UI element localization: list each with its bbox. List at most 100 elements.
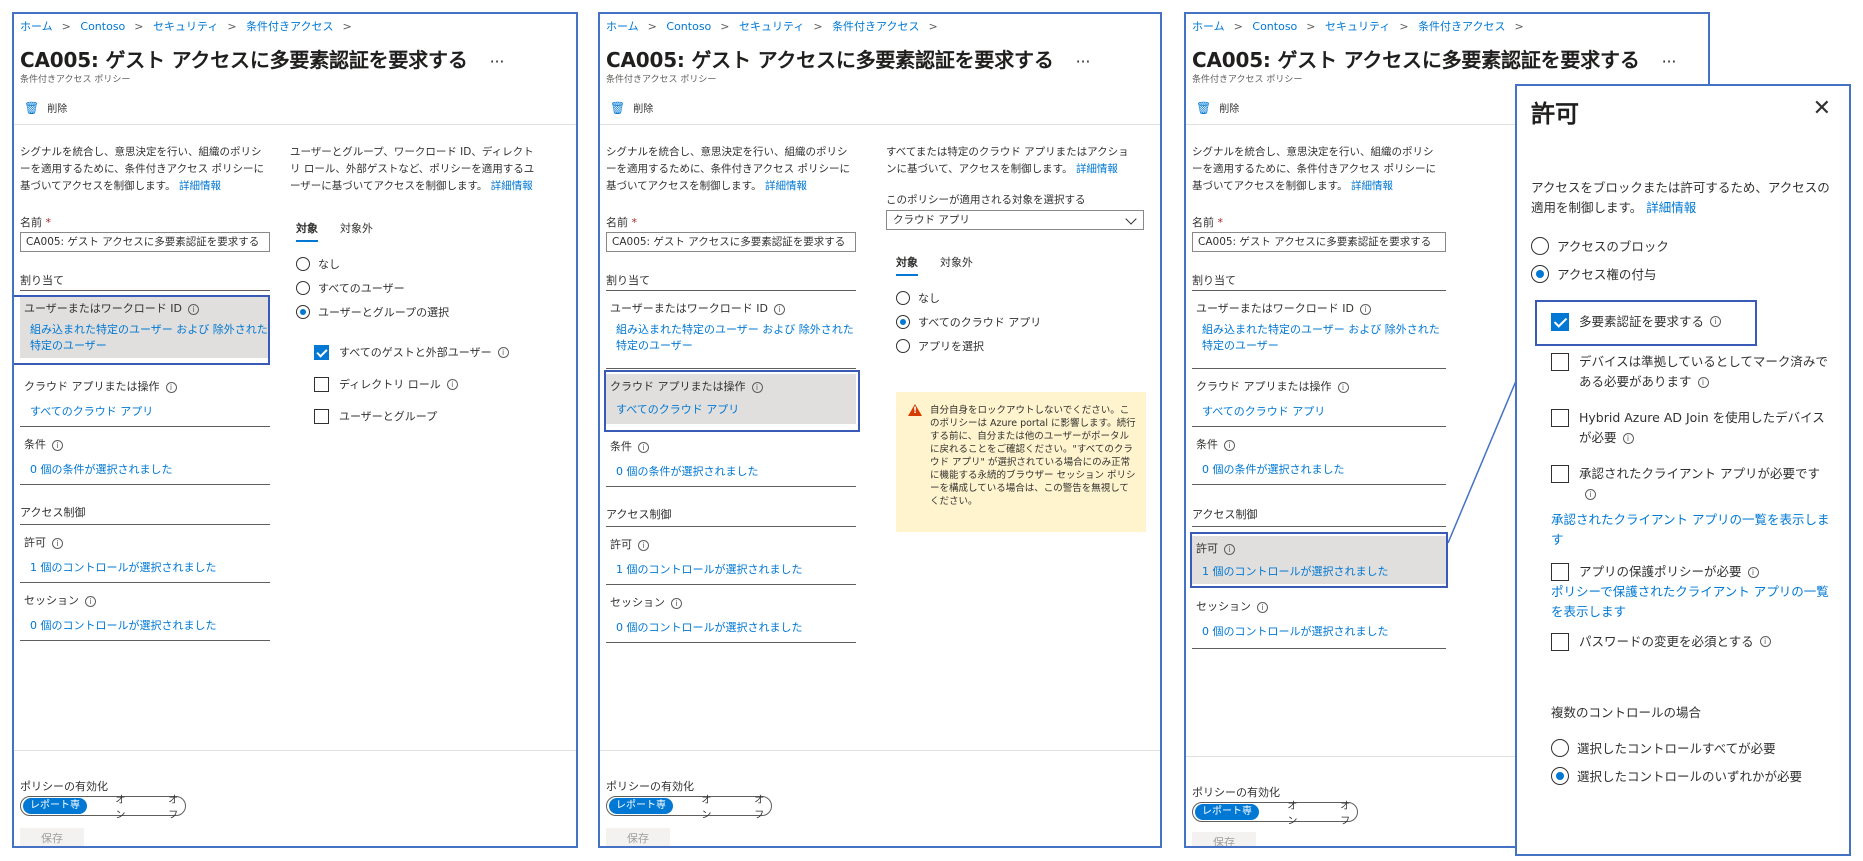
checkbox-require-mfa[interactable]: 多要素認証を要求する i (1551, 312, 1722, 332)
checkbox-directory-roles[interactable]: ディレクトリ ロール i (314, 376, 458, 393)
session-label-text: セッション (610, 596, 665, 609)
enable-policy-toggle[interactable]: レポート専用 オン オフ (20, 795, 186, 827)
learn-more-link[interactable]: 詳細情報 (1646, 200, 1696, 215)
breadcrumb-conditional-access[interactable]: 条件付きアクセス (246, 20, 333, 33)
checkbox-app-protection-policy[interactable]: アプリの保護ポリシーが必要 i ポリシーで保護されたクライアント アプリの一覧を表示… (1551, 562, 1831, 622)
toggle-off[interactable]: オフ (168, 791, 185, 821)
approved-apps-link[interactable]: 承認されたクライアント アプリの一覧を表示します (1551, 510, 1831, 550)
breadcrumb-contoso[interactable]: Contoso (666, 20, 711, 33)
more-options-button[interactable]: ··· (490, 52, 505, 71)
cloud-apps-label: クラウド アプリまたは操作 i (1196, 378, 1446, 394)
users-value[interactable]: 組み込まれた特定のユーザー および 除外された特定のユーザー (1202, 322, 1446, 354)
enable-policy-toggle[interactable]: レポート専用 オン オフ (606, 795, 772, 827)
save-button[interactable]: 保存 (1192, 832, 1256, 846)
radio-circle (896, 291, 910, 305)
cloud-apps-row[interactable]: クラウド アプリまたは操作 i すべてのクラウド アプリ (20, 378, 270, 420)
checkbox-approved-client-app[interactable]: 承認されたクライアント アプリが必要です i 承認されたクライアント アプリの一覧を… (1551, 464, 1831, 550)
toggle-report-only[interactable]: レポート専用 (23, 798, 88, 827)
toggle-on[interactable]: オン (115, 791, 132, 821)
learn-more-link[interactable]: 詳細情報 (1076, 163, 1118, 175)
toggle-off[interactable]: オフ (754, 791, 771, 821)
conditions-row[interactable]: 条件 i 0 個の条件が選択されました (1192, 436, 1446, 478)
conditions-value[interactable]: 0 個の条件が選択されました (1202, 462, 1446, 478)
conditions-row[interactable]: 条件 i 0 個の条件が選択されました (20, 436, 270, 478)
tab-exclude[interactable]: 対象外 (940, 254, 973, 276)
protected-apps-link[interactable]: ポリシーで保護されたクライアント アプリの一覧を表示します (1551, 582, 1831, 622)
breadcrumb-security[interactable]: セキュリティ (739, 20, 804, 33)
cloud-apps-value[interactable]: すべてのクラウド アプリ (30, 404, 270, 420)
learn-more-link[interactable]: 詳細情報 (491, 180, 533, 192)
save-button[interactable]: 保存 (606, 828, 670, 846)
grant-value[interactable]: 1 個のコントロールが選択されました (30, 560, 270, 576)
session-row[interactable]: セッション i 0 個のコントロールが選択されました (20, 592, 270, 634)
radio-select-apps[interactable]: アプリを選択 (896, 338, 984, 354)
conditions-value[interactable]: 0 個の条件が選択されました (30, 462, 270, 478)
conditions-value[interactable]: 0 個の条件が選択されました (616, 464, 856, 480)
tab-include[interactable]: 対象 (296, 220, 318, 242)
toggle-off[interactable]: オフ (1340, 797, 1357, 827)
radio-require-one[interactable]: 選択したコントロールのいずれかが必要 (1551, 766, 1802, 785)
name-field[interactable]: CA005: ゲスト アクセスに多要素認証を要求する (20, 232, 270, 252)
radio-none[interactable]: なし (896, 290, 940, 306)
name-field[interactable]: CA005: ゲスト アクセスに多要素認証を要求する (1192, 232, 1446, 252)
breadcrumb-contoso[interactable]: Contoso (80, 20, 125, 33)
grant-value[interactable]: 1 個のコントロールが選択されました (616, 562, 856, 578)
more-options-button[interactable]: ··· (1662, 52, 1677, 71)
toggle-on[interactable]: オン (1287, 797, 1304, 827)
radio-require-all[interactable]: 選択したコントロールすべてが必要 (1551, 738, 1776, 757)
checkbox-compliant-device[interactable]: デバイスは準拠しているとしてマーク済みである必要があります i (1551, 352, 1831, 392)
radio-all-cloud-apps[interactable]: すべてのクラウド アプリ (896, 314, 1041, 330)
users-row[interactable]: ユーザーまたはワークロード ID i 組み込まれた特定のユーザー および 除外され… (606, 300, 856, 354)
users-value[interactable]: 組み込まれた特定のユーザー および 除外された特定のユーザー (616, 322, 856, 354)
breadcrumb-conditional-access[interactable]: 条件付きアクセス (832, 20, 919, 33)
checkbox-guests[interactable]: すべてのゲストと外部ユーザー i (314, 344, 509, 361)
breadcrumb-home[interactable]: ホーム (20, 20, 53, 33)
tab-include[interactable]: 対象 (896, 254, 918, 276)
enable-policy-toggle[interactable]: レポート専用 オン オフ (1192, 801, 1358, 833)
apps-target-select[interactable]: クラウド アプリ (886, 210, 1144, 230)
toggle-report-only[interactable]: レポート専用 (1195, 804, 1260, 833)
learn-more-link[interactable]: 詳細情報 (765, 180, 807, 192)
breadcrumb-conditional-access[interactable]: 条件付きアクセス (1418, 20, 1505, 33)
breadcrumb-security[interactable]: セキュリティ (1325, 20, 1390, 33)
toggle-on[interactable]: オン (701, 791, 718, 821)
save-button[interactable]: 保存 (20, 828, 84, 846)
breadcrumb-home[interactable]: ホーム (1192, 20, 1225, 33)
delete-button[interactable]: 🗑 削除 (1196, 100, 1239, 116)
grant-row[interactable]: 許可 i 1 個のコントロールが選択されました (20, 534, 270, 576)
page-title: CA005: ゲスト アクセスに多要素認証を要求する ··· (1192, 44, 1677, 73)
grant-row[interactable]: 許可 i 1 個のコントロールが選択されました (606, 536, 856, 578)
session-value[interactable]: 0 個のコントロールが選択されました (1202, 624, 1446, 640)
assignments-divider (1192, 290, 1446, 291)
checkbox-hybrid-join[interactable]: Hybrid Azure AD Join を使用したデバイスが必要 i (1551, 408, 1831, 448)
close-icon[interactable]: ✕ (1813, 96, 1831, 121)
more-options-button[interactable]: ··· (1076, 52, 1091, 71)
delete-button[interactable]: 🗑 削除 (610, 100, 653, 116)
learn-more-link[interactable]: 詳細情報 (1351, 180, 1393, 192)
checkbox-password-change[interactable]: パスワードの変更を必須とする i (1551, 632, 1771, 652)
cloud-apps-row[interactable]: クラウド アプリまたは操作 i すべてのクラウド アプリ (1192, 378, 1446, 420)
page-subtitle: 条件付きアクセス ポリシー (606, 75, 717, 85)
radio-block-access[interactable]: アクセスのブロック (1531, 236, 1669, 255)
radio-all-users[interactable]: すべてのユーザー (296, 280, 405, 296)
breadcrumb-security[interactable]: セキュリティ (153, 20, 218, 33)
session-row[interactable]: セッション i 0 個のコントロールが選択されました (606, 594, 856, 636)
users-row[interactable]: ユーザーまたはワークロード ID i 組み込まれた特定のユーザー および 除外され… (1192, 300, 1446, 354)
session-row[interactable]: セッション i 0 個のコントロールが選択されました (1192, 598, 1446, 640)
toggle-report-only[interactable]: レポート専用 (609, 798, 674, 827)
session-value[interactable]: 0 個のコントロールが選択されました (616, 620, 856, 636)
name-field[interactable]: CA005: ゲスト アクセスに多要素認証を要求する (606, 232, 856, 252)
conditions-row[interactable]: 条件 i 0 個の条件が選択されました (606, 438, 856, 480)
tab-exclude[interactable]: 対象外 (340, 220, 373, 242)
session-value[interactable]: 0 個のコントロールが選択されました (30, 618, 270, 634)
learn-more-link[interactable]: 詳細情報 (179, 180, 221, 192)
cloud-apps-value[interactable]: すべてのクラウド アプリ (1202, 404, 1446, 420)
radio-grant-access[interactable]: アクセス権の付与 (1531, 264, 1656, 283)
checkbox-users-groups[interactable]: ユーザーとグループ (314, 408, 437, 425)
breadcrumb-contoso[interactable]: Contoso (1252, 20, 1297, 33)
breadcrumb-home[interactable]: ホーム (606, 20, 639, 33)
radio-select-users[interactable]: ユーザーとグループの選択 (296, 304, 449, 320)
trash-icon: 🗑 (610, 100, 626, 115)
delete-button[interactable]: 🗑 削除 (24, 100, 67, 116)
radio-none[interactable]: なし (296, 256, 340, 272)
